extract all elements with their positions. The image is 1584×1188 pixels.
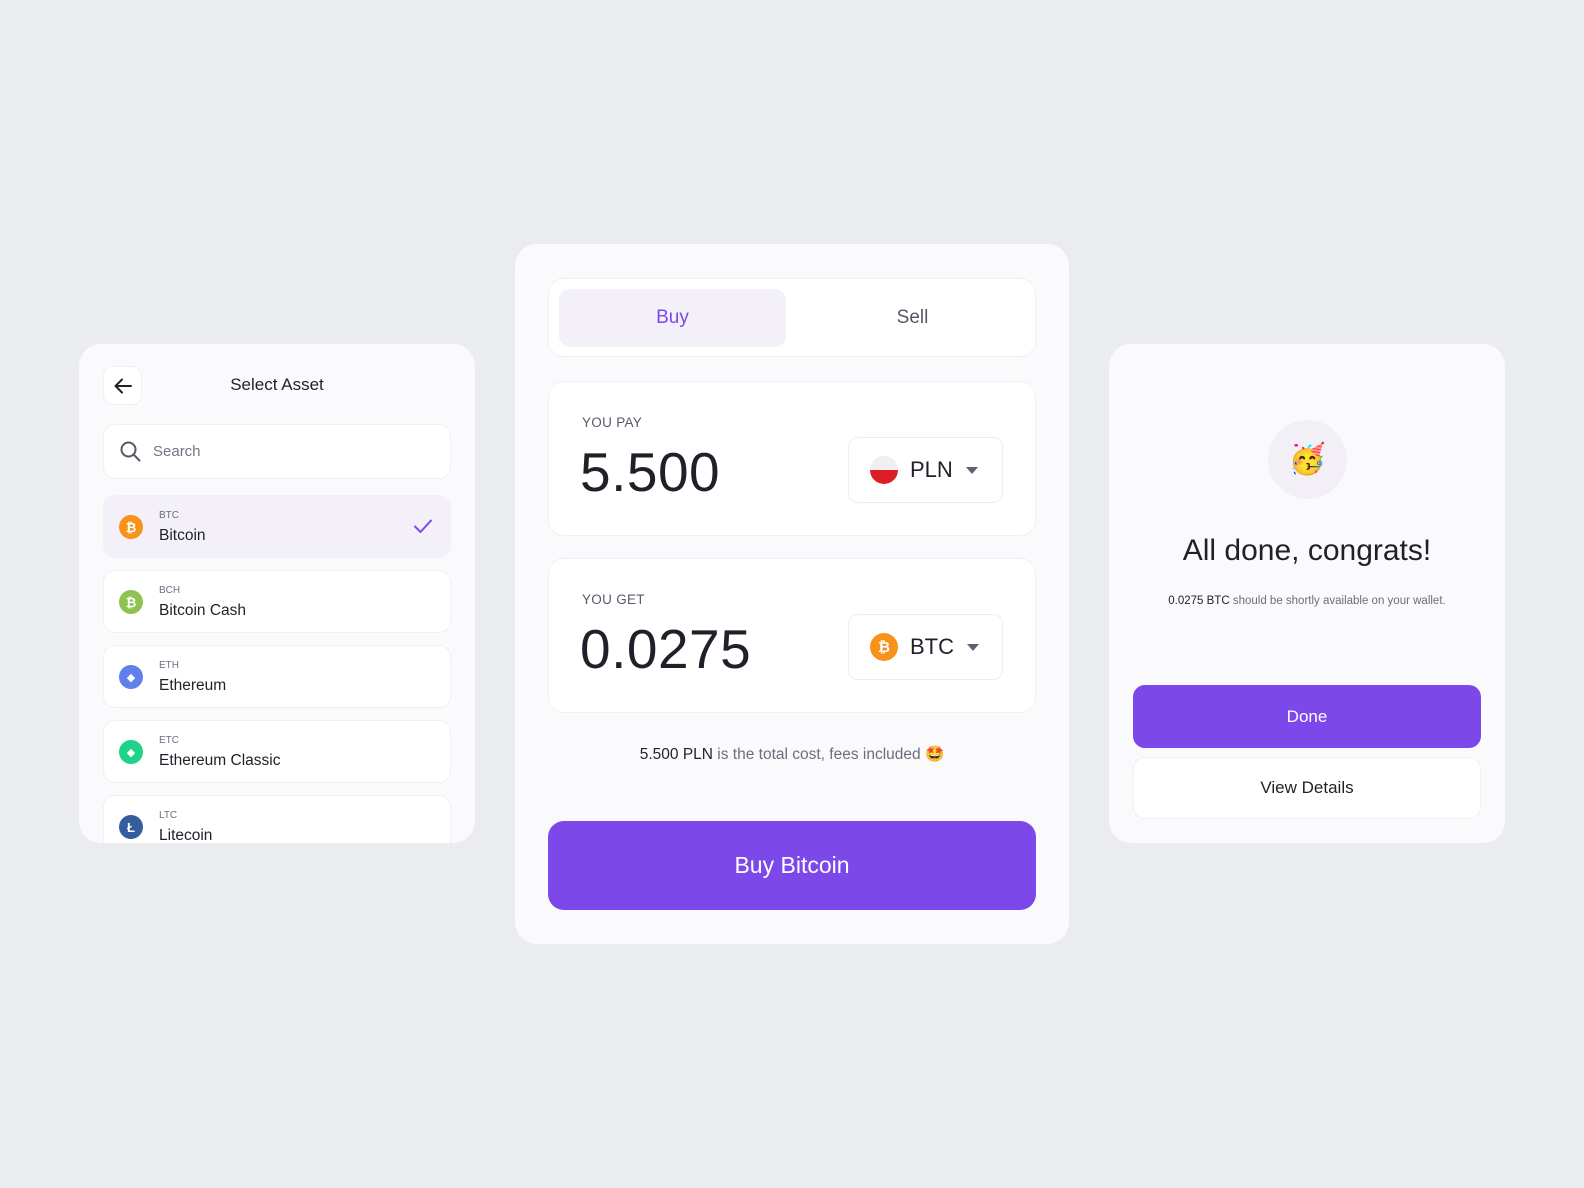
bitcoin-cash-icon: ₿	[119, 590, 143, 614]
bitcoin-icon: ₿	[119, 515, 143, 539]
asset-ticker: BTC	[159, 510, 179, 521]
ethereum-icon: ◆	[119, 665, 143, 689]
chevron-down-icon	[965, 466, 978, 474]
asset-name: Ethereum Classic	[159, 752, 281, 769]
view-details-button[interactable]: View Details	[1133, 757, 1481, 819]
pay-currency-code: PLN	[910, 457, 953, 482]
total-cost-text: is the total cost, fees included	[712, 746, 925, 763]
you-get-label: YOU GET	[582, 592, 645, 607]
poland-flag-icon	[870, 456, 898, 484]
asset-ticker: ETC	[159, 735, 179, 746]
ethereum-classic-icon: ◆	[119, 740, 143, 764]
asset-list: ₿ BTC Bitcoin ₿ BCH Bitcoin Cash ◆ ETH E…	[103, 495, 451, 843]
asset-ticker: LTC	[159, 810, 178, 821]
success-message: should be shortly available on your wall…	[1229, 595, 1446, 607]
total-cost-amount: 5.500 PLN	[639, 746, 713, 763]
you-pay-label: YOU PAY	[582, 415, 643, 430]
search-input[interactable]	[153, 443, 433, 460]
buy-bitcoin-button[interactable]: Buy Bitcoin	[548, 821, 1036, 910]
litecoin-icon: Ł	[119, 815, 143, 839]
asset-item-ltc[interactable]: Ł LTC Litecoin	[103, 795, 451, 843]
select-asset-panel: Select Asset ₿ BTC Bitcoin ₿ BCH Bitcoin…	[79, 344, 475, 843]
chevron-down-icon	[967, 643, 979, 651]
trade-panel: Buy Sell YOU PAY 5.500 PLN YOU GET 0.027…	[515, 244, 1069, 944]
asset-name: Ethereum	[159, 677, 227, 694]
tab-buy[interactable]: Buy	[559, 289, 786, 347]
asset-item-bch[interactable]: ₿ BCH Bitcoin Cash	[103, 570, 451, 633]
asset-ticker: BCH	[159, 585, 181, 596]
success-subtitle: 0.0275 BTC should be shortly available o…	[1109, 595, 1505, 607]
asset-item-btc[interactable]: ₿ BTC Bitcoin	[103, 495, 451, 558]
done-button[interactable]: Done	[1133, 685, 1481, 748]
success-amount: 0.0275 BTC	[1168, 595, 1230, 607]
get-currency-select[interactable]: ₿ BTC	[848, 614, 1003, 680]
buy-sell-tabs: Buy Sell	[548, 278, 1036, 357]
success-title: All done, congrats!	[1182, 534, 1432, 567]
bitcoin-icon: ₿	[870, 633, 898, 661]
party-face-icon: 🥳	[1268, 420, 1347, 499]
star-struck-emoji-icon: 🤩	[924, 746, 945, 763]
success-panel: 🥳 All done, congrats! 0.0275 BTC should …	[1109, 344, 1505, 843]
pay-currency-select[interactable]: PLN	[848, 437, 1003, 503]
asset-name: Bitcoin Cash	[159, 602, 247, 619]
search-icon	[120, 441, 141, 462]
tab-sell[interactable]: Sell	[799, 289, 1026, 347]
pay-amount-input[interactable]: 5.500	[580, 440, 720, 504]
asset-name: Bitcoin	[159, 527, 206, 544]
you-pay-box: YOU PAY 5.500 PLN	[548, 381, 1036, 536]
asset-item-eth[interactable]: ◆ ETH Ethereum	[103, 645, 451, 708]
asset-ticker: ETH	[159, 660, 179, 671]
asset-item-etc[interactable]: ◆ ETC Ethereum Classic	[103, 720, 451, 783]
total-cost-note: 5.500 PLN is the total cost, fees includ…	[515, 745, 1069, 764]
panel-title: Select Asset	[230, 375, 324, 394]
asset-name: Litecoin	[159, 827, 213, 843]
search-field[interactable]	[103, 424, 451, 479]
you-get-box: YOU GET 0.0275 ₿ BTC	[548, 558, 1036, 713]
checkmark-icon	[414, 519, 432, 533]
get-currency-code: BTC	[910, 634, 954, 659]
get-amount-input[interactable]: 0.0275	[580, 617, 751, 681]
